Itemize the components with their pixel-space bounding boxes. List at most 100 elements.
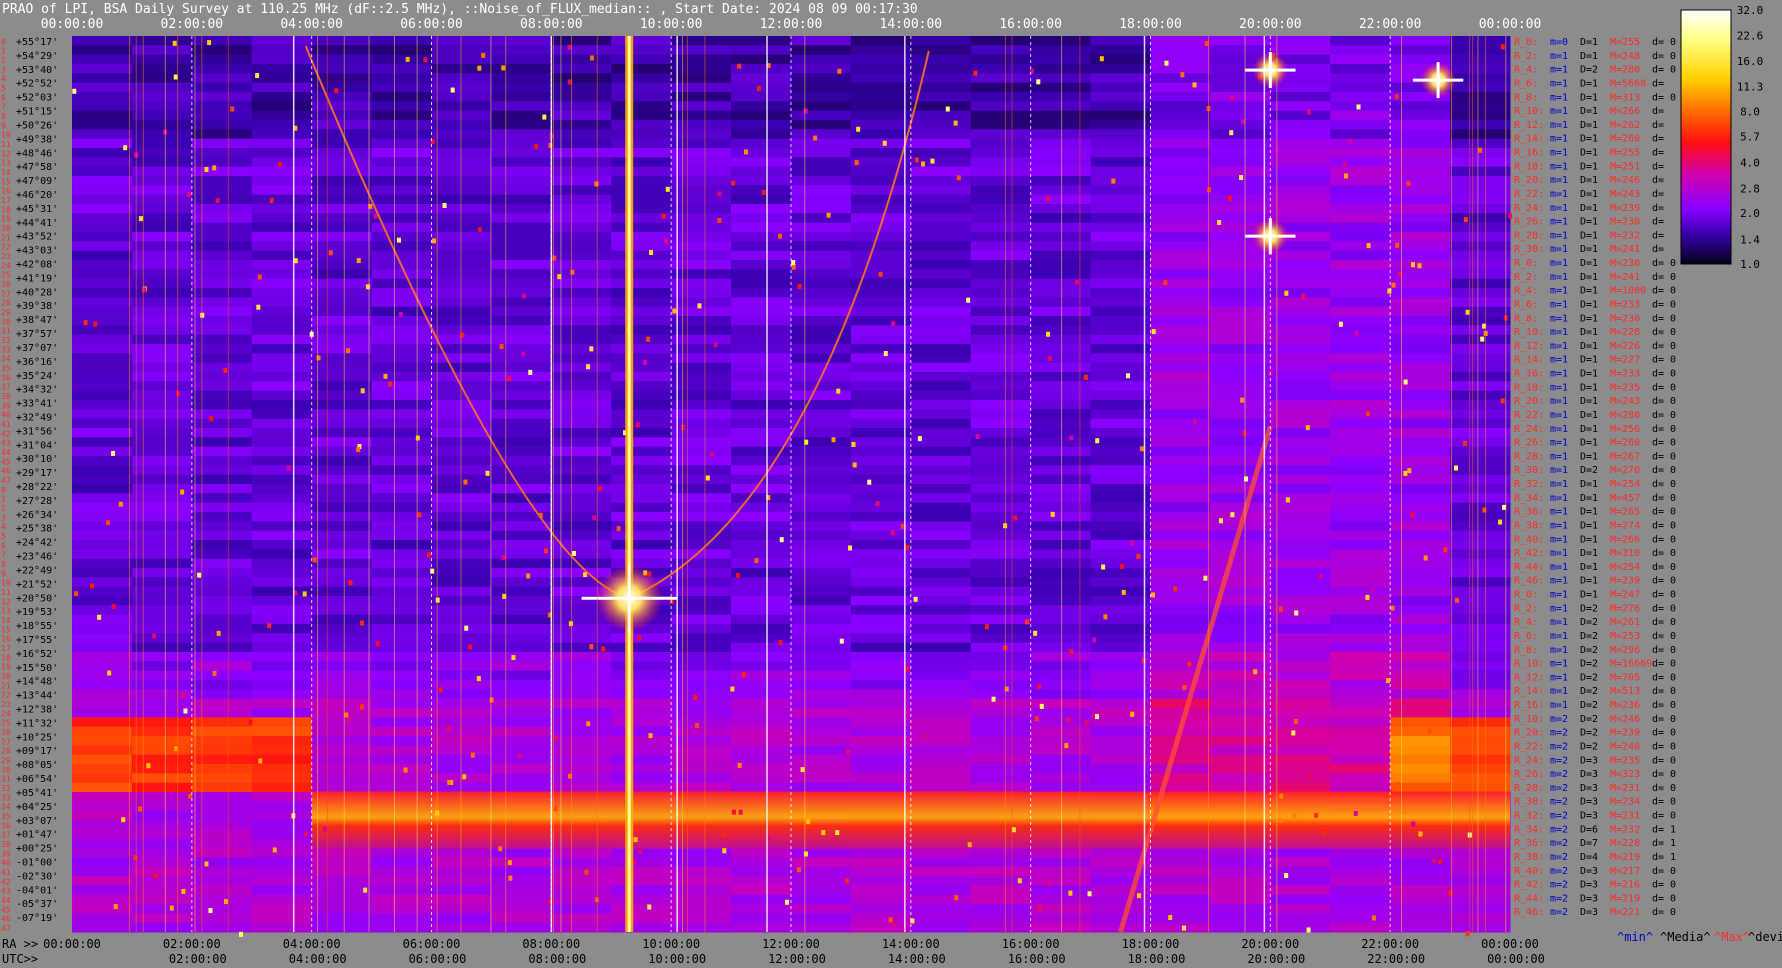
heat-cell bbox=[791, 92, 852, 102]
heat-cell bbox=[371, 110, 432, 121]
stats-row-max: M=276 bbox=[1610, 603, 1640, 614]
heat-cell bbox=[731, 148, 792, 158]
heat-cell bbox=[910, 36, 972, 46]
stats-row-max: M=217 bbox=[1610, 866, 1640, 877]
heat-cell bbox=[72, 642, 133, 653]
ra-tick: 02:00:00 bbox=[163, 937, 221, 951]
heat-cell bbox=[311, 213, 373, 224]
heat-cell bbox=[551, 894, 612, 905]
heat-cell bbox=[671, 110, 732, 121]
noise-speckle bbox=[594, 181, 599, 187]
declination-label: -02°30' bbox=[16, 871, 58, 882]
heat-cell bbox=[671, 64, 732, 74]
heat-cell bbox=[1450, 54, 1511, 65]
beam-number: 38 bbox=[1, 840, 11, 849]
stats-row-median: D=1 bbox=[1580, 590, 1598, 601]
colorbar-tick: 2.0 bbox=[1740, 207, 1760, 220]
heat-cell bbox=[1270, 372, 1331, 382]
heat-cell bbox=[611, 204, 672, 214]
stats-row-min: m=1 bbox=[1550, 410, 1568, 421]
heat-cell bbox=[1210, 670, 1271, 681]
heat-cell bbox=[431, 260, 492, 270]
heat-cell bbox=[970, 92, 1032, 102]
heat-cell bbox=[311, 745, 373, 756]
heat-cell bbox=[191, 64, 253, 74]
heat-cell bbox=[72, 325, 133, 336]
stats-row-median: D=1 bbox=[1580, 148, 1598, 159]
stats-row-devia: d= 0 bbox=[1652, 451, 1676, 462]
heat-cell bbox=[731, 521, 792, 532]
heat-cell bbox=[491, 325, 552, 336]
noise-speckle bbox=[1395, 242, 1400, 248]
heat-cell bbox=[131, 129, 193, 140]
stats-row-devia: d= 0 bbox=[1652, 617, 1676, 628]
stats-row-min: m=1 bbox=[1550, 175, 1568, 186]
heat-cell bbox=[1210, 288, 1271, 298]
heat-cell bbox=[191, 549, 253, 560]
noise-speckle bbox=[1064, 743, 1069, 749]
heat-cell bbox=[491, 698, 552, 709]
heat-cell bbox=[371, 250, 432, 261]
noise-speckle bbox=[526, 573, 531, 579]
heat-cell bbox=[1210, 316, 1271, 326]
heat-cell bbox=[910, 54, 972, 65]
heat-cell bbox=[1270, 736, 1331, 746]
heat-cell bbox=[1030, 409, 1092, 420]
heat-cell bbox=[1210, 708, 1271, 718]
heat-cell bbox=[970, 633, 1032, 644]
stats-row-devia: d= 0 bbox=[1652, 728, 1676, 739]
heat-cell bbox=[191, 596, 253, 606]
utc-ticks: 02:00:00 04:00:00 06:00:00 08:00:00 10:00:00… bbox=[169, 952, 1545, 966]
stats-row-min: m=2 bbox=[1550, 728, 1568, 739]
heat-cell bbox=[1210, 754, 1271, 765]
heat-cell bbox=[970, 381, 1032, 392]
declination-label: +26°34' bbox=[16, 510, 58, 521]
noise-speckle bbox=[1092, 637, 1097, 643]
noise-speckle bbox=[1432, 858, 1437, 864]
heat-cell bbox=[1030, 764, 1092, 774]
heat-cell bbox=[131, 474, 193, 485]
stats-row-devia: d= bbox=[1652, 217, 1664, 228]
heat-cell bbox=[431, 726, 492, 737]
heat-cell bbox=[1390, 708, 1451, 718]
heat-cell bbox=[191, 213, 253, 224]
heat-cell bbox=[191, 736, 253, 746]
heat-cell bbox=[1150, 848, 1211, 858]
heat-cell bbox=[491, 45, 552, 56]
heat-cell bbox=[731, 633, 792, 644]
declination-label: +18°55' bbox=[16, 621, 58, 632]
noise-speckle bbox=[1443, 547, 1448, 553]
noise-speckle bbox=[1168, 915, 1173, 921]
heat-cell bbox=[1330, 474, 1391, 485]
declination-label: +14°48' bbox=[16, 677, 58, 688]
heat-cell bbox=[72, 82, 133, 93]
heat-cell bbox=[1270, 577, 1331, 588]
heat-cell bbox=[491, 726, 552, 737]
heat-cell bbox=[551, 204, 612, 214]
heat-cell bbox=[910, 540, 972, 550]
heat-cell bbox=[131, 418, 193, 429]
heat-cell bbox=[131, 568, 193, 578]
heat-cell bbox=[251, 222, 313, 233]
heat-cell bbox=[311, 465, 373, 476]
heat-cell bbox=[850, 418, 912, 429]
heat-cell bbox=[1150, 680, 1211, 690]
noise-speckle bbox=[508, 875, 513, 881]
declination-label: +54°29' bbox=[16, 51, 58, 62]
noise-speckle bbox=[966, 297, 971, 303]
noise-speckle bbox=[1101, 564, 1106, 570]
heat-cell bbox=[671, 614, 732, 625]
heat-cell bbox=[1330, 204, 1391, 214]
heat-cell bbox=[1030, 288, 1092, 298]
heat-cell bbox=[72, 745, 133, 756]
heat-cell bbox=[1330, 73, 1391, 84]
stats-row-median: D=1 bbox=[1580, 576, 1598, 587]
heat-cell bbox=[910, 157, 972, 168]
heat-cell bbox=[611, 372, 672, 382]
heat-cell bbox=[551, 922, 612, 933]
heat-cell bbox=[1450, 418, 1511, 429]
heat-cell bbox=[611, 278, 672, 289]
heat-cell bbox=[1390, 213, 1451, 224]
heat-cell bbox=[72, 754, 133, 765]
noise-speckle bbox=[302, 591, 307, 597]
